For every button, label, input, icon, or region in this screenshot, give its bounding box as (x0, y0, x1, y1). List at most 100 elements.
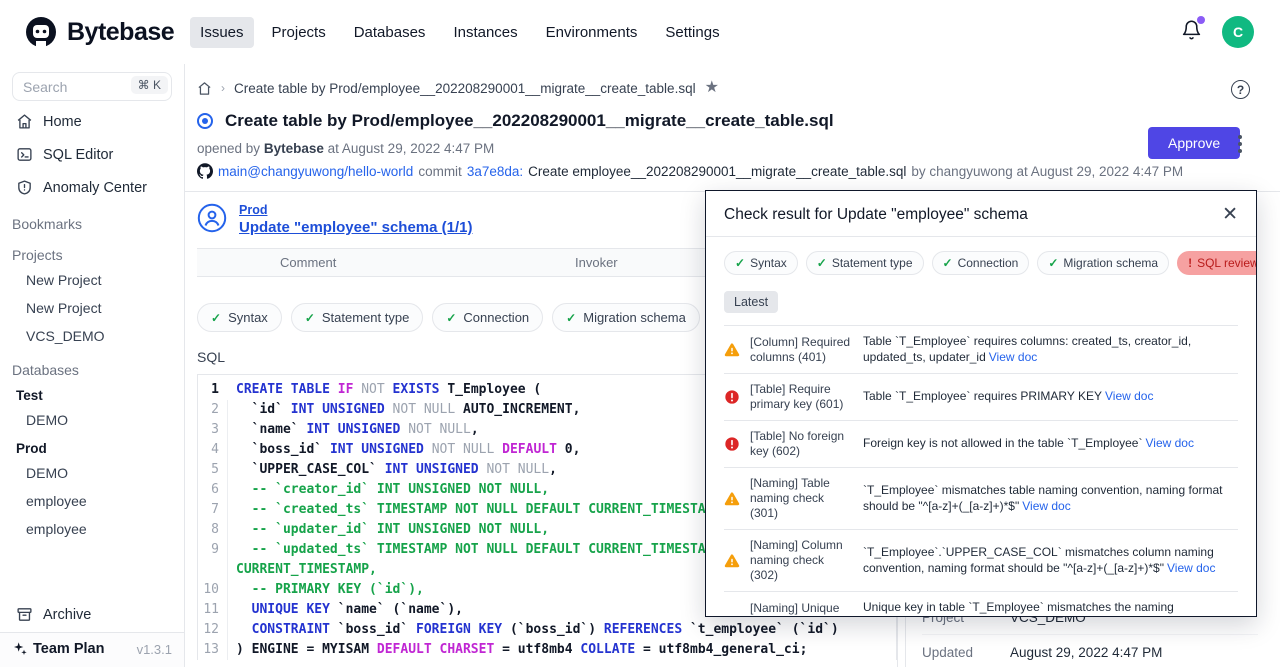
line-number: 5 (198, 460, 228, 480)
check-pill-syntax[interactable]: ✓ Syntax (197, 303, 282, 332)
stage-env-link[interactable]: Prod (239, 203, 472, 217)
check-message: Unique key in table `T_Employee` mismatc… (863, 600, 1238, 617)
check-rule-name: [Table] No foreign key (602) (750, 429, 854, 459)
view-doc-link[interactable]: View doc (989, 350, 1037, 364)
sidebar-database-item[interactable]: employee (0, 515, 184, 543)
check-pill-label: Syntax (228, 310, 268, 325)
check-icon: ✓ (817, 256, 827, 270)
check-pill-statement-type[interactable]: ✓Statement type (291, 303, 424, 332)
check-rule-name: [Table] Require primary key (601) (750, 382, 854, 412)
check-pill-connection[interactable]: ✓Connection (932, 251, 1030, 275)
avatar[interactable]: C (1222, 16, 1254, 48)
shield-icon (16, 179, 33, 196)
sidebar-project-item[interactable]: New Project (0, 294, 184, 322)
line-number: 7 (198, 500, 228, 520)
github-icon (197, 163, 213, 179)
terminal-icon (16, 146, 33, 163)
notification-dot (1197, 16, 1205, 24)
commit-hash-link[interactable]: 3a7e8da: (467, 164, 523, 179)
check-result-modal: Check result for Update "employee" schem… (705, 190, 1257, 617)
projects-list: New ProjectNew ProjectVCS_DEMO (0, 266, 184, 350)
nav-item-settings[interactable]: Settings (655, 17, 729, 48)
sidebar-instance-item[interactable]: Prod (0, 434, 184, 459)
check-result-row: [Table] No foreign key (602) Foreign key … (724, 421, 1238, 468)
star-icon[interactable]: ★ (705, 80, 719, 96)
databases-section-title: Databases (0, 350, 184, 381)
nav-item-databases[interactable]: Databases (344, 17, 436, 48)
warning-icon (724, 553, 740, 569)
check-pill-sql-review[interactable]: !SQL review (1177, 251, 1257, 275)
search-box: ⌘ K (12, 72, 172, 101)
line-number: 1 (198, 380, 228, 400)
check-icon: ✓ (211, 311, 221, 325)
plan-label[interactable]: Team Plan (33, 641, 104, 657)
sidebar-instance-item[interactable]: Test (0, 381, 184, 406)
warning-icon-cell (724, 615, 741, 617)
latest-badge[interactable]: Latest (724, 291, 778, 313)
archive-label: Archive (43, 607, 91, 623)
view-doc-link[interactable]: View doc (1167, 561, 1215, 575)
projects-section-title: Projects (0, 235, 184, 266)
sidebar-item-sql-editor[interactable]: SQL Editor (0, 138, 184, 171)
check-result-row: [Naming] Unique key naming check (304)Un… (724, 592, 1238, 617)
sidebar-project-item[interactable]: VCS_DEMO (0, 322, 184, 350)
check-pill-connection[interactable]: ✓Connection (432, 303, 543, 332)
bytebase-logo[interactable]: Bytebase (24, 15, 174, 49)
left-sidebar: ⌘ K Home SQL Editor Anomaly Center Bookm… (0, 64, 185, 667)
line-number: 12 (198, 620, 228, 640)
check-message: Table `T_Employee` requires PRIMARY KEYV… (863, 389, 1238, 405)
check-result-list: [Column] Required columns (401) Table `T_… (724, 325, 1238, 617)
sidebar-item-anomaly-center[interactable]: Anomaly Center (0, 171, 184, 204)
sidebar-database-item[interactable]: employee (0, 487, 184, 515)
commit-message: Create employee__202208290001__migrate__… (528, 164, 906, 179)
breadcrumb: › Create table by Prod/employee__2022082… (197, 80, 1280, 96)
error-icon (724, 436, 740, 452)
sidebar-project-item[interactable]: New Project (0, 266, 184, 294)
approve-button[interactable]: Approve (1148, 127, 1240, 159)
check-pill-migration-schema[interactable]: ✓Migration schema (1037, 251, 1169, 275)
opened-by-name: Bytebase (264, 141, 324, 156)
line-number: 8 (198, 520, 228, 540)
bookmarks-section-title: Bookmarks (0, 204, 184, 235)
check-pill-statement-type[interactable]: ✓ Statement type (806, 251, 924, 275)
view-doc-link[interactable]: View doc (1145, 436, 1193, 450)
more-actions-button[interactable] (1234, 131, 1246, 157)
commit-line: main@changyuwong/hello-world commit 3a7e… (197, 163, 1280, 179)
breadcrumb-issue-link[interactable]: Create table by Prod/employee__202208290… (234, 81, 696, 96)
help-button[interactable]: ? (1231, 80, 1250, 99)
sidebar-item-archive[interactable]: Archive (0, 597, 184, 632)
check-pill-syntax[interactable]: ✓Syntax (724, 251, 798, 275)
home-breadcrumb-icon[interactable] (197, 81, 212, 96)
check-message: Foreign key is not allowed in the table … (863, 436, 1238, 452)
line-number: 9 (198, 540, 228, 580)
sidebar-database-item[interactable]: DEMO (0, 406, 184, 434)
check-pill-label: Connection (958, 256, 1019, 270)
check-pill-label: Migration schema (1063, 256, 1158, 270)
nav-item-instances[interactable]: Instances (443, 17, 527, 48)
line-number: 6 (198, 480, 228, 500)
archive-icon (16, 606, 33, 623)
warning-icon (724, 342, 740, 358)
check-rule-name: [Column] Required columns (401) (750, 335, 854, 365)
sidebar-database-item[interactable]: DEMO (0, 459, 184, 487)
view-doc-link[interactable]: View doc (1105, 389, 1153, 403)
stage-task-link[interactable]: Update "employee" schema (1/1) (239, 219, 472, 236)
check-message: `T_Employee`.`UPPER_CASE_COL` mismatches… (863, 545, 1238, 576)
check-pill-label: Statement type (832, 256, 913, 270)
line-number: 4 (198, 440, 228, 460)
view-doc-link[interactable]: View doc (1022, 499, 1070, 513)
commit-branch-repo-link[interactable]: main@changyuwong/hello-world (218, 164, 413, 179)
nav-item-projects[interactable]: Projects (262, 17, 336, 48)
check-pill-migration-schema[interactable]: ✓Migration schema (552, 303, 700, 332)
fail-icon: ! (1188, 256, 1192, 270)
sql-line-code: ) ENGINE = MYISAM DEFAULT CHARSET = utf8… (236, 640, 896, 660)
close-icon[interactable]: ✕ (1222, 205, 1238, 224)
app-version: v1.3.1 (137, 642, 172, 657)
warning-icon (724, 615, 740, 617)
line-number: 2 (198, 400, 228, 420)
notification-bell-button[interactable] (1181, 19, 1202, 46)
nav-item-issues[interactable]: Issues (190, 17, 253, 48)
home-icon (16, 113, 33, 130)
sidebar-item-home[interactable]: Home (0, 105, 184, 138)
nav-item-environments[interactable]: Environments (536, 17, 648, 48)
